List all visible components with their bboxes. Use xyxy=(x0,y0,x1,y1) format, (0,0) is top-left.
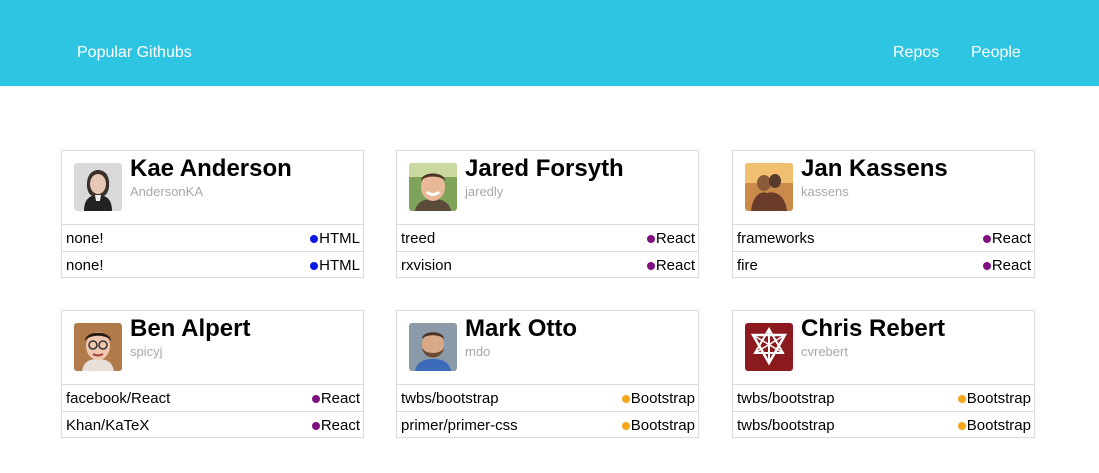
repo-language-label: React xyxy=(991,257,1031,274)
language-dot-icon xyxy=(311,422,320,430)
repo-name[interactable]: Khan/KaTeX xyxy=(66,417,149,434)
language-dot-icon xyxy=(310,262,319,270)
repo-name[interactable]: twbs/bootstrap xyxy=(737,417,835,434)
red-triangle-emblem-avatar[interactable] xyxy=(745,323,793,371)
user-card-header: Mark Otto mdo xyxy=(397,311,698,384)
repo-language: Bootstrap xyxy=(621,390,695,407)
bearded-man-avatar[interactable] xyxy=(409,323,457,371)
user-full-name[interactable]: Jared Forsyth xyxy=(465,155,624,183)
repo-language: Bootstrap xyxy=(957,390,1031,407)
language-dot-icon xyxy=(310,235,319,243)
repo-row[interactable]: twbs/bootstrap Bootstrap xyxy=(733,384,1034,411)
repo-name[interactable]: none! xyxy=(66,257,104,274)
repo-language-label: Bootstrap xyxy=(630,390,695,407)
repo-row[interactable]: twbs/bootstrap Bootstrap xyxy=(397,384,698,411)
couple-photo-avatar[interactable] xyxy=(745,163,793,211)
language-dot-icon xyxy=(646,262,655,270)
repo-name[interactable]: primer/primer-css xyxy=(401,417,518,434)
language-dot-icon xyxy=(982,235,991,243)
repo-row[interactable]: none! HTML xyxy=(62,251,363,278)
user-login: cvrebert xyxy=(801,344,848,359)
brand-link[interactable]: Popular Githubs xyxy=(77,44,192,62)
repo-language-label: HTML xyxy=(319,257,360,274)
repo-row[interactable]: fire React xyxy=(733,251,1034,278)
repo-language: HTML xyxy=(310,230,360,247)
user-login: spicyj xyxy=(130,344,163,359)
language-dot-icon xyxy=(621,395,630,403)
repo-language-label: React xyxy=(655,257,695,274)
user-card: Jan Kassens kassens frameworks React fire Rea… xyxy=(732,150,1035,278)
repo-language-label: Bootstrap xyxy=(630,417,695,434)
user-full-name[interactable]: Chris Rebert xyxy=(801,315,945,343)
repo-language-label: React xyxy=(991,230,1031,247)
language-dot-icon xyxy=(646,235,655,243)
user-full-name[interactable]: Jan Kassens xyxy=(801,155,948,183)
repo-name[interactable]: none! xyxy=(66,230,104,247)
user-card: Ben Alpert spicyj facebook/React React Khan/… xyxy=(61,310,364,438)
user-full-name[interactable]: Kae Anderson xyxy=(130,155,292,183)
repo-language-label: React xyxy=(320,390,360,407)
user-login: AndersonKA xyxy=(130,184,203,199)
user-card: Kae Anderson AndersonKA none! HTML none! HTML xyxy=(61,150,364,278)
repo-name[interactable]: frameworks xyxy=(737,230,815,247)
language-dot-icon xyxy=(621,422,630,430)
repo-language: React xyxy=(982,230,1031,247)
nav-people-link[interactable]: People xyxy=(971,44,1021,62)
user-card-header: Ben Alpert spicyj xyxy=(62,311,363,384)
repo-row[interactable]: twbs/bootstrap Bootstrap xyxy=(733,411,1034,438)
repo-language: React xyxy=(311,390,360,407)
user-login: kassens xyxy=(801,184,849,199)
repo-row[interactable]: treed React xyxy=(397,224,698,251)
repo-row[interactable]: Khan/KaTeX React xyxy=(62,411,363,438)
repo-language-label: Bootstrap xyxy=(966,390,1031,407)
language-dot-icon xyxy=(982,262,991,270)
repo-name[interactable]: twbs/bootstrap xyxy=(401,390,499,407)
user-card-header: Kae Anderson AndersonKA xyxy=(62,151,363,224)
repo-language-label: Bootstrap xyxy=(966,417,1031,434)
smiling-man-avatar[interactable] xyxy=(409,163,457,211)
repo-row[interactable]: primer/primer-css Bootstrap xyxy=(397,411,698,438)
repo-row[interactable]: facebook/React React xyxy=(62,384,363,411)
user-card: Jared Forsyth jaredly treed React rxvision Re… xyxy=(396,150,699,278)
repo-name[interactable]: twbs/bootstrap xyxy=(737,390,835,407)
repo-name[interactable]: facebook/React xyxy=(66,390,170,407)
repo-language: React xyxy=(982,257,1031,274)
nav-repos-link[interactable]: Repos xyxy=(893,44,939,62)
user-card-header: Jan Kassens kassens xyxy=(733,151,1034,224)
language-dot-icon xyxy=(311,395,320,403)
repo-row[interactable]: frameworks React xyxy=(733,224,1034,251)
repo-language-label: React xyxy=(655,230,695,247)
repo-language: React xyxy=(311,417,360,434)
repo-name[interactable]: rxvision xyxy=(401,257,452,274)
repo-language: Bootstrap xyxy=(957,417,1031,434)
user-card: Chris Rebert cvrebert twbs/bootstrap Bootst… xyxy=(732,310,1035,438)
user-login: jaredly xyxy=(465,184,504,199)
user-card-header: Jared Forsyth jaredly xyxy=(397,151,698,224)
repo-language: Bootstrap xyxy=(621,417,695,434)
user-card-header: Chris Rebert cvrebert xyxy=(733,311,1034,384)
repo-language: React xyxy=(646,230,695,247)
top-navbar: Popular Githubs Repos People xyxy=(0,0,1099,86)
language-dot-icon xyxy=(957,422,966,430)
repo-name[interactable]: fire xyxy=(737,257,758,274)
repo-row[interactable]: rxvision React xyxy=(397,251,698,278)
repo-row[interactable]: none! HTML xyxy=(62,224,363,251)
user-full-name[interactable]: Ben Alpert xyxy=(130,315,250,343)
user-login: mdo xyxy=(465,344,491,359)
language-dot-icon xyxy=(957,395,966,403)
repo-language: React xyxy=(646,257,695,274)
repo-name[interactable]: treed xyxy=(401,230,435,247)
repo-language: HTML xyxy=(310,257,360,274)
woman-portrait-avatar[interactable] xyxy=(74,163,122,211)
man-glasses-avatar[interactable] xyxy=(74,323,122,371)
repo-language-label: HTML xyxy=(319,230,360,247)
user-full-name[interactable]: Mark Otto xyxy=(465,315,577,343)
repo-language-label: React xyxy=(320,417,360,434)
user-card: Mark Otto mdo twbs/bootstrap Bootstrap prime… xyxy=(396,310,699,438)
